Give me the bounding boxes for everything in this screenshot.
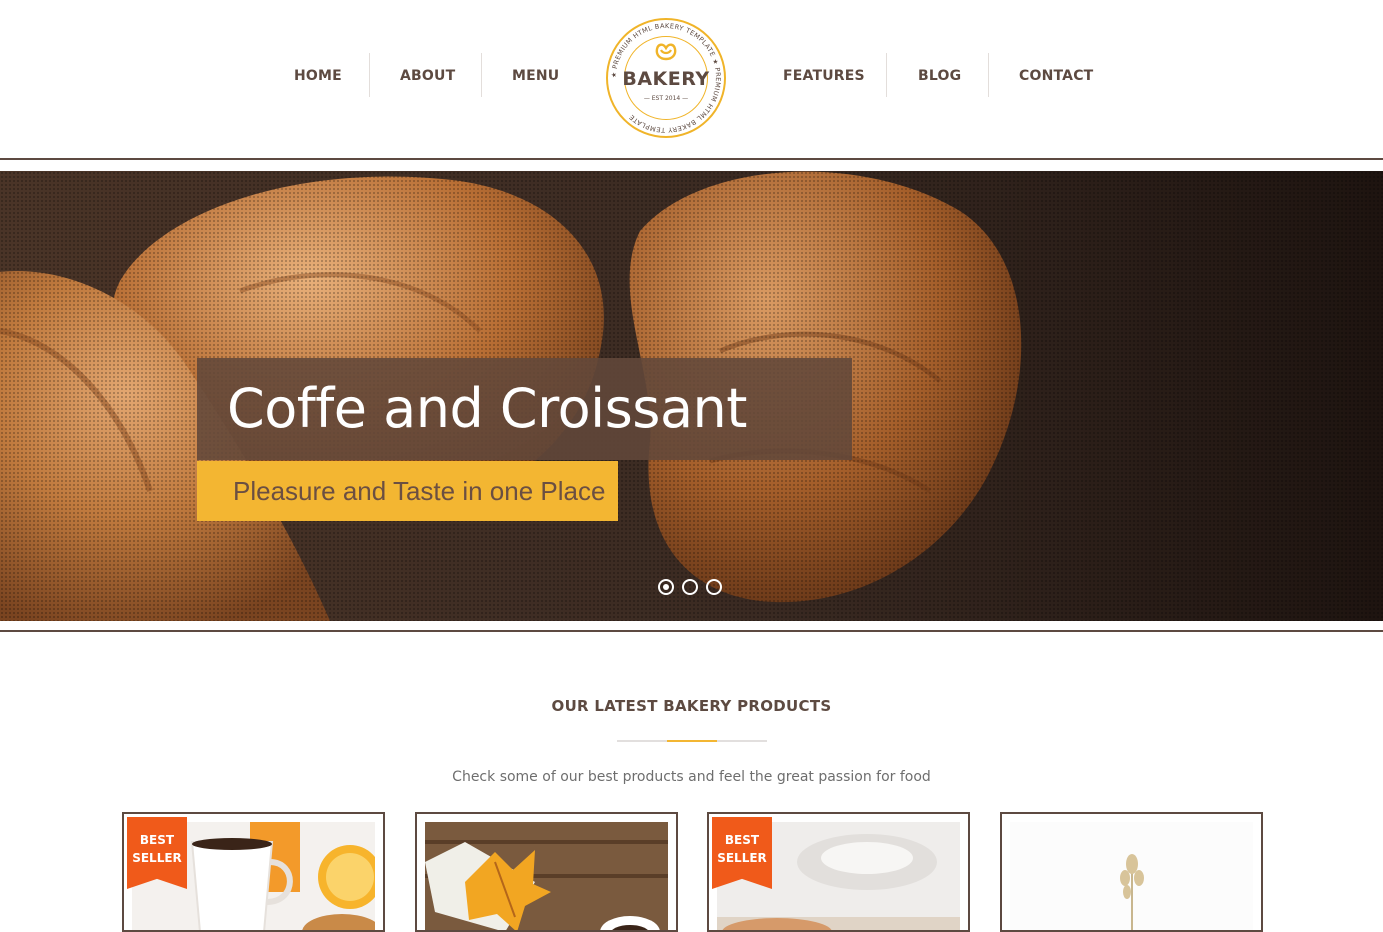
nav-contact[interactable]: CONTACT bbox=[1019, 66, 1093, 86]
nav-blog[interactable]: BLOG bbox=[918, 66, 961, 86]
product-card[interactable] bbox=[1000, 812, 1263, 932]
product-image bbox=[1010, 822, 1253, 930]
product-image bbox=[425, 822, 668, 930]
product-card[interactable]: BEST SELLER bbox=[122, 812, 385, 932]
nav-about[interactable]: ABOUT bbox=[400, 66, 455, 86]
hero-slider[interactable]: Coffe and Croissant Pleasure and Taste i… bbox=[0, 171, 1383, 621]
slider-pagination bbox=[658, 579, 730, 597]
slider-top-rule bbox=[0, 158, 1383, 160]
nav-divider bbox=[886, 53, 887, 97]
badge-text: BEST SELLER bbox=[132, 833, 182, 865]
nav-menu[interactable]: MENU bbox=[512, 66, 559, 86]
slider-dot-2[interactable] bbox=[682, 579, 698, 595]
product-card[interactable]: BEST SELLER bbox=[707, 812, 970, 932]
best-seller-badge: BEST SELLER bbox=[712, 817, 772, 889]
product-card[interactable] bbox=[415, 812, 678, 932]
logo-word: BAKERY bbox=[622, 68, 710, 90]
slide-subtitle-box: Pleasure and Taste in one Place bbox=[197, 461, 618, 521]
slide-subtitle: Pleasure and Taste in one Place bbox=[233, 476, 606, 506]
title-divider-accent bbox=[667, 740, 717, 742]
slider-dot-1[interactable] bbox=[658, 579, 674, 595]
best-seller-badge: BEST SELLER bbox=[127, 817, 187, 889]
nav-features[interactable]: FEATURES bbox=[783, 66, 865, 86]
slider-bottom-rule bbox=[0, 630, 1383, 632]
title-divider bbox=[617, 740, 767, 742]
slide-title: Coffe and Croissant bbox=[227, 377, 747, 440]
products-title: OUR LATEST BAKERY PRODUCTS bbox=[551, 697, 832, 715]
nav-divider bbox=[369, 53, 370, 97]
pretzel-icon bbox=[655, 43, 677, 61]
nav-home[interactable]: HOME bbox=[294, 66, 342, 86]
slider-dot-3[interactable] bbox=[706, 579, 722, 595]
nav-divider bbox=[988, 53, 989, 97]
bakery-logo[interactable]: ★ PREMIUM HTML BAKERY TEMPLATE ★ PREMIUM… bbox=[606, 18, 726, 138]
site-header: HOME ABOUT MENU ★ PREMIUM HTML BAKERY TE… bbox=[0, 0, 1383, 150]
logo-est: — EST 2014 — bbox=[643, 95, 689, 102]
badge-text: BEST SELLER bbox=[717, 833, 767, 865]
nav-divider bbox=[481, 53, 482, 97]
slide-title-box: Coffe and Croissant bbox=[197, 358, 852, 460]
products-subtitle: Check some of our best products and feel… bbox=[452, 769, 931, 785]
